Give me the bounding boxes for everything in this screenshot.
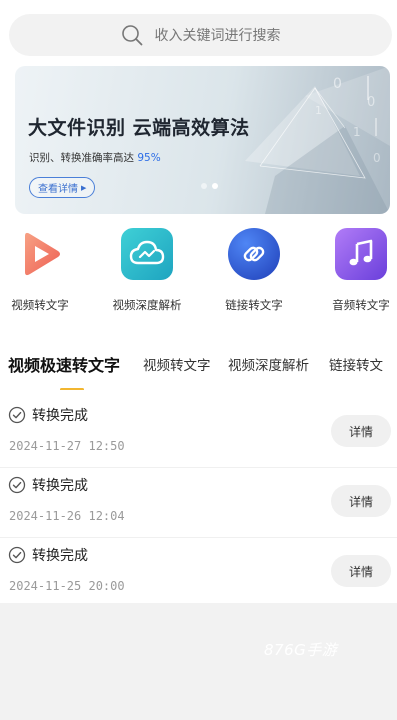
record-time: 2024-11-25 20:00 [9,579,125,593]
tab-video-to-text[interactable]: 视频转文字 [143,354,211,374]
banner-accuracy: 95% [137,152,161,164]
view-details-label: 查看详情 [38,184,78,195]
svg-text:1: 1 [315,104,322,117]
link-icon [228,228,280,280]
banner-subtitle-text: 识别、转换准确率高达 [29,152,134,164]
watermark: 876G手游 [264,641,338,659]
function-audio-to-text[interactable]: 音频转文字 [316,228,397,313]
promo-banner[interactable]: 0 1 0 1 0 大文件识别 云端高效算法 识别、转换准确率高达 95% 查看… [15,66,390,214]
search-placeholder: 收入关键词进行搜索 [154,28,281,44]
record-status: 转换完成 [32,408,88,424]
check-circle-icon [8,546,26,564]
function-video-deep-analysis[interactable]: 视频深度解析 [102,228,192,313]
banner-subtitle: 识别、转换准确率高达 95% [29,150,161,165]
tab-link-to-text[interactable]: 链接转文 [329,354,383,374]
check-circle-icon [8,476,26,494]
function-label: 视频深度解析 [112,298,182,312]
function-link-to-text[interactable]: 链接转文字 [209,228,299,313]
video-play-icon [14,228,66,280]
record-status: 转换完成 [32,548,88,564]
function-video-to-text[interactable]: 视频转文字 [0,228,85,313]
detail-button[interactable]: 详情 [331,415,391,447]
list-item: 转换完成 2024-11-26 12:04 详情 [0,472,397,538]
music-note-icon [335,228,387,280]
list-item: 转换完成 2024-11-27 12:50 详情 [0,402,397,468]
search-icon [121,25,142,46]
search-bar[interactable]: 收入关键词进行搜索 [9,14,392,56]
list-item: 转换完成 2024-11-25 20:00 详情 [0,542,397,608]
record-time: 2024-11-26 12:04 [9,509,125,523]
tab-indicator [60,388,84,390]
play-arrow-icon: ▶ [81,183,87,192]
bottom-area: 876G手游 [0,603,397,720]
function-label: 链接转文字 [225,298,283,312]
tab-video-deep-analysis[interactable]: 视频深度解析 [228,354,309,374]
svg-text:1: 1 [353,125,361,139]
tab-video-fast-to-text[interactable]: 视频极速转文字 [8,352,120,376]
record-time: 2024-11-27 12:50 [9,439,125,453]
check-circle-icon [8,406,26,424]
svg-text:0: 0 [373,151,381,165]
banner-title: 大文件识别 云端高效算法 [28,117,250,139]
view-details-button[interactable]: 查看详情 ▶ [29,177,96,198]
carousel-dot[interactable] [201,183,207,189]
record-status: 转换完成 [32,478,88,494]
function-label: 音频转文字 [332,298,390,312]
carousel-dot-active[interactable] [212,183,218,189]
function-label: 视频转文字 [11,298,69,312]
cloud-icon [121,228,173,280]
category-tabs: 视频极速转文字 视频转文字 视频深度解析 链接转文 [0,350,397,390]
detail-button[interactable]: 详情 [331,555,391,587]
detail-button[interactable]: 详情 [331,485,391,517]
svg-text:0: 0 [333,76,342,92]
carousel-dots [201,183,218,189]
